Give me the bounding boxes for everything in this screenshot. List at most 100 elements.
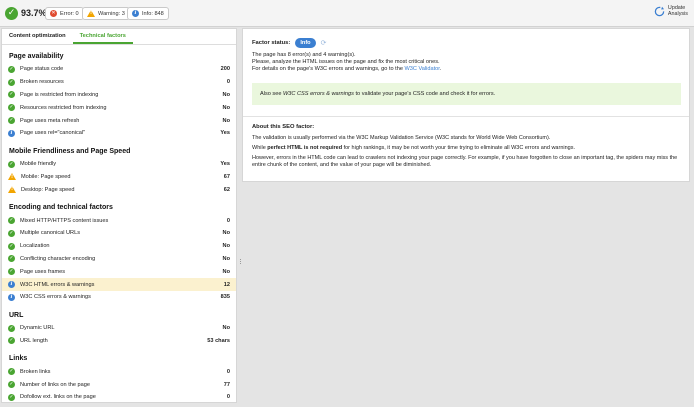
factor-message: The page has 8 error(s) and 4 warning(s)…	[252, 52, 672, 72]
factor-row[interactable]: ✓ Broken links 0	[2, 365, 236, 378]
factor-value: No	[222, 117, 230, 124]
about-paragraph: The validation is usually performed via …	[252, 135, 551, 141]
factor-row[interactable]: i Page uses rel="canonical" Yes	[2, 127, 236, 140]
factor-value: 0	[226, 79, 230, 86]
about-bold-text: perfect HTML is not required	[267, 145, 343, 152]
group-title: Page availability	[9, 53, 64, 60]
group-title: Mobile Friendliness and Page Speed	[9, 147, 131, 155]
factor-value: 0	[226, 368, 230, 375]
factor-value: 62	[223, 186, 230, 193]
info-icon: i	[8, 293, 15, 301]
checkmark-icon: ✓	[8, 117, 15, 125]
factor-label: Page status code	[20, 66, 64, 73]
factor-value: No	[222, 268, 230, 275]
hint-text: Also see	[260, 91, 282, 97]
info-filter-button[interactable]: i Info: 848	[127, 7, 169, 20]
hint-text: to validate your page's CSS code and che…	[355, 91, 496, 97]
checkmark-icon: ✓	[8, 78, 15, 86]
checkmark-icon: ✓	[8, 242, 15, 250]
message-text: For details on the page's W3C errors and…	[252, 65, 405, 72]
factor-value: 0	[226, 217, 230, 224]
factor-value: 0	[226, 394, 230, 401]
factor-label: Dofollow ext. links on the page	[20, 394, 96, 401]
factor-value: 53 chars	[207, 337, 230, 344]
checkmark-icon: ✓	[8, 104, 15, 112]
factor-row[interactable]: i W3C HTML errors & warnings 12	[2, 278, 236, 291]
factor-value: Yes	[220, 130, 230, 137]
factor-row[interactable]: ✓ Page uses frames No	[2, 265, 236, 278]
warning-icon: !	[87, 10, 95, 17]
factor-label: URL length	[20, 337, 48, 344]
factor-label: Broken resources	[20, 79, 64, 86]
checkmark-icon: ✓	[8, 255, 15, 263]
checkmark-icon: ✓	[8, 393, 15, 401]
message-line: For details on the page's W3C errors and…	[252, 66, 672, 73]
w3c-validator-link[interactable]: W3C Validator	[405, 66, 440, 72]
refresh-icon	[654, 6, 665, 16]
factor-label: Dynamic URL	[20, 325, 55, 332]
factor-row[interactable]: ✓ Broken resources 0	[2, 76, 236, 89]
status-badge: Info	[295, 38, 316, 48]
checkmark-icon: ✓	[5, 6, 18, 20]
factor-row[interactable]: ✓ Localization No	[2, 240, 236, 253]
factor-label: Desktop: Page speed	[21, 186, 75, 193]
factor-row[interactable]: ✓ Conflicting character encoding No	[2, 253, 236, 266]
factor-row[interactable]: ✓ Mobile friendly Yes	[2, 158, 236, 171]
factor-value: No	[222, 325, 230, 332]
factor-row[interactable]: ✓ Resources restricted from indexing No	[2, 101, 236, 114]
factor-value: No	[222, 255, 230, 262]
factor-label: Localization	[20, 243, 50, 250]
factor-label: Broken links	[20, 368, 51, 375]
factor-status-row: Factor status: Info ⟳	[252, 38, 326, 48]
warning-count: Warning: 3	[98, 10, 125, 17]
factor-detail-panel: Factor status: Info ⟳ The page has 8 err…	[242, 28, 690, 182]
info-icon: i	[8, 129, 15, 137]
factor-row[interactable]: ✓ Number of links on the page 77	[2, 378, 236, 391]
checkmark-icon: ✓	[8, 337, 15, 345]
tab-technical-factors[interactable]: Technical factors	[72, 29, 133, 44]
factor-row[interactable]: ! Mobile: Page speed 67	[2, 171, 236, 184]
css-errors-link[interactable]: W3C CSS errors & warnings	[283, 91, 354, 97]
factor-label: Page is restricted from indexing	[20, 91, 99, 98]
checkmark-icon: ✓	[8, 229, 15, 237]
info-count: Info: 848	[142, 10, 164, 17]
update-analysis-button[interactable]: Update Analysis	[654, 5, 688, 17]
info-icon: i	[132, 10, 139, 17]
message-line: Please, analyze the HTML issues on the p…	[252, 58, 440, 65]
factor-row[interactable]: ✓ Multiple canonical URLs No	[2, 227, 236, 240]
factor-value: 12	[223, 281, 230, 288]
checkmark-icon: ✓	[8, 381, 15, 389]
factor-value: No	[222, 243, 230, 250]
factors-panel: Content optimization Technical factors P…	[1, 28, 237, 403]
factor-label: Number of links on the page	[20, 381, 90, 388]
panel-splitter-handle[interactable]	[239, 258, 242, 268]
group-title: URL	[9, 311, 24, 319]
score-summary: ✓ 93.7%	[5, 6, 47, 20]
factor-label: Mixed HTTP/HTTPS content issues	[20, 217, 109, 224]
checkmark-icon: ✓	[8, 368, 15, 376]
factor-groups: Page availability ✓ Page status code 200 ✓ Br…	[2, 45, 236, 402]
factor-row[interactable]: i W3C CSS errors & warnings 835	[2, 291, 236, 304]
factor-value: No	[222, 230, 230, 237]
message-text: .	[439, 65, 442, 72]
score-percent: 93.7%	[21, 8, 47, 18]
tab-content-optimization[interactable]: Content optimization	[2, 29, 73, 44]
factor-row[interactable]: ✓ Dofollow ext. links on the page 0	[2, 391, 236, 402]
factor-row[interactable]: ✓ Page uses meta refresh No	[2, 114, 236, 127]
factor-row[interactable]: ✓ Page is restricted from indexing No	[2, 89, 236, 102]
factor-row[interactable]: ✓ Mixed HTTP/HTTPS content issues 0	[2, 214, 236, 227]
factor-value: No	[222, 91, 230, 98]
factor-status-label: Factor status:	[252, 40, 291, 46]
warning-icon: !	[8, 186, 16, 194]
factor-row[interactable]: ✓ Dynamic URL No	[2, 322, 236, 335]
factor-label: W3C CSS errors & warnings	[20, 294, 91, 301]
warning-filter-button[interactable]: ! Warning: 3	[82, 7, 130, 20]
error-filter-button[interactable]: ✕ Error: 0	[45, 7, 84, 20]
info-icon: i	[8, 281, 15, 289]
reload-icon[interactable]: ⟳	[321, 39, 327, 47]
factor-label: Page uses frames	[20, 268, 66, 275]
factor-row[interactable]: ✓ URL length 53 chars	[2, 335, 236, 348]
factor-row[interactable]: ! Desktop: Page speed 62	[2, 183, 236, 196]
factor-label: Multiple canonical URLs	[20, 230, 81, 237]
factor-row[interactable]: ✓ Page status code 200	[2, 63, 236, 76]
